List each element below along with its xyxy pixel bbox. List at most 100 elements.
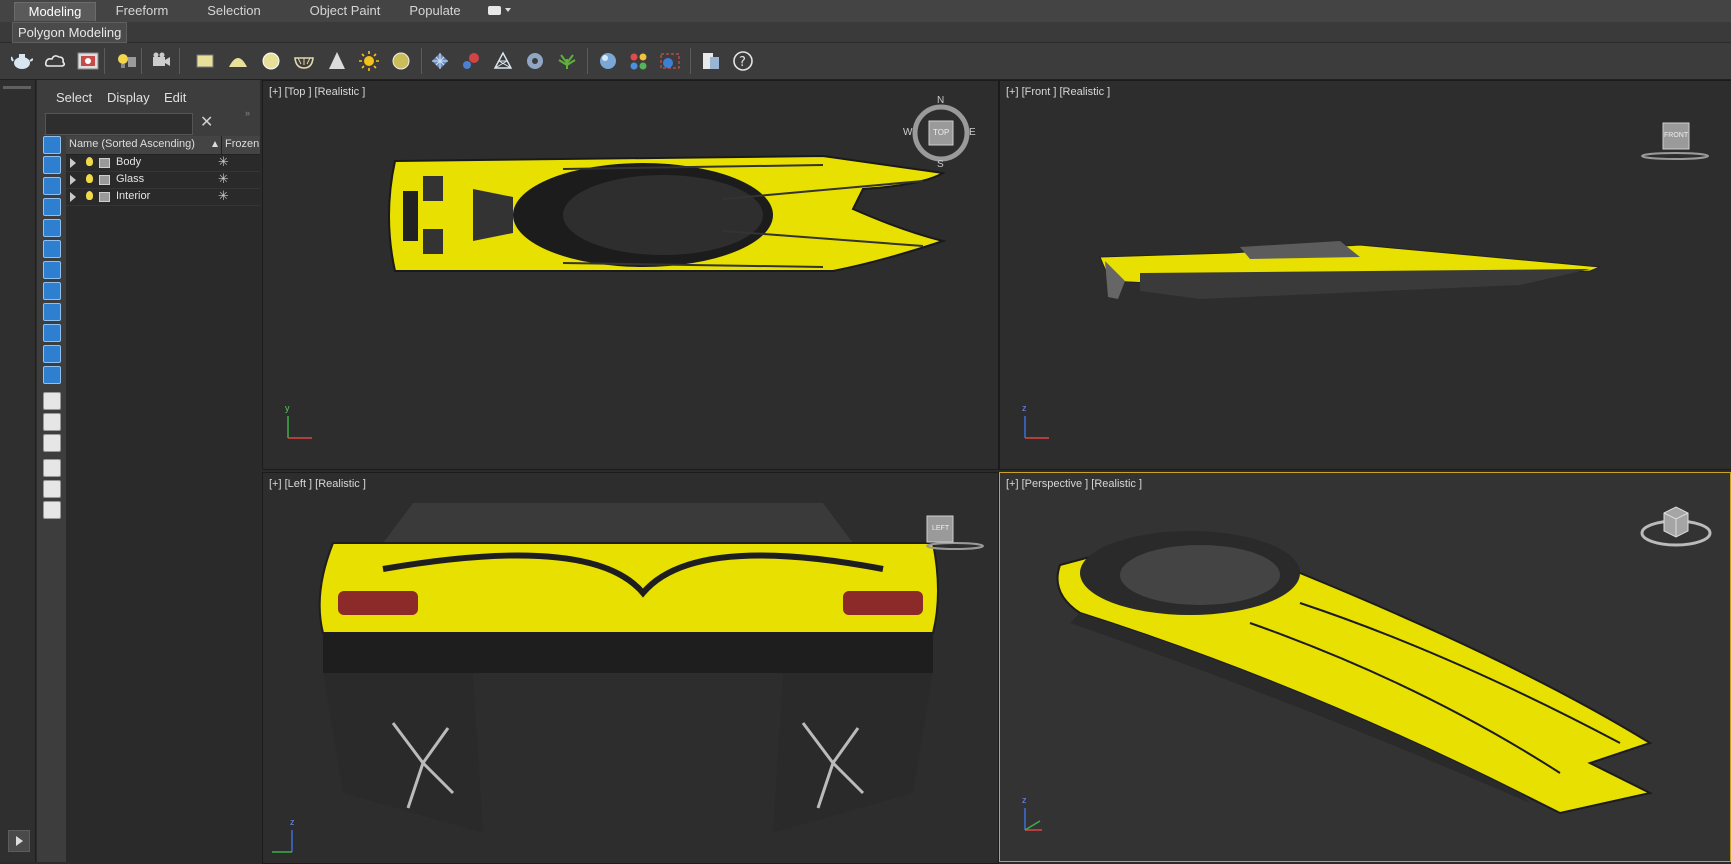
ribbon-panel: Polygon Modeling — [0, 22, 1731, 43]
camera-icon[interactable] — [149, 49, 173, 73]
plane-icon[interactable] — [193, 49, 217, 73]
cone-light-icon[interactable] — [325, 49, 349, 73]
compass-w[interactable]: W — [903, 127, 912, 138]
lightbulb-icon[interactable] — [86, 174, 93, 183]
axis-tripod: z — [1022, 403, 1052, 441]
collapse-icon[interactable]: » — [245, 108, 250, 118]
display-containers-icon[interactable] — [43, 324, 61, 342]
bowl-icon[interactable] — [292, 49, 316, 73]
close-icon[interactable]: ✕ — [200, 112, 213, 132]
filter-icon[interactable] — [43, 459, 61, 477]
layer-icon[interactable] — [699, 49, 723, 73]
display-frozen-icon[interactable] — [43, 345, 61, 363]
display-invert-icon[interactable] — [43, 434, 61, 452]
viewport-left[interactable]: [+] [Left ] [Realistic ] LEFT z — [262, 472, 999, 864]
list-item[interactable]: Interior ✳ — [66, 188, 260, 206]
boat-top-view[interactable] — [263, 81, 998, 469]
snowflake-icon[interactable]: ✳ — [218, 154, 229, 170]
palette-icon[interactable] — [627, 49, 651, 73]
boat-perspective-view[interactable] — [1000, 473, 1730, 861]
viewcube[interactable]: FRONT — [1640, 119, 1710, 163]
mesh-icon[interactable] — [491, 49, 515, 73]
disc-icon[interactable] — [389, 49, 413, 73]
layer-explorer-icon[interactable] — [43, 501, 61, 519]
compass-s[interactable]: S — [937, 159, 944, 170]
tab-modeling[interactable]: Modeling — [14, 2, 96, 21]
dome-icon[interactable] — [226, 49, 250, 73]
display-geometry-icon[interactable] — [43, 136, 61, 154]
particles-icon[interactable] — [459, 49, 483, 73]
boat-front-view[interactable] — [1000, 81, 1731, 469]
column-name-header[interactable]: Name (Sorted Ascending) — [69, 138, 195, 150]
display-helpers-icon[interactable] — [43, 219, 61, 237]
compass-e[interactable]: E — [969, 127, 976, 138]
axis-tripod: z — [269, 817, 299, 855]
boat-left-view[interactable] — [263, 473, 998, 863]
expand-arrow-icon[interactable] — [70, 192, 76, 202]
column-frozen-header[interactable]: Frozen — [225, 138, 259, 150]
display-bones-icon[interactable] — [43, 303, 61, 321]
ribbon-options-dropdown[interactable] — [488, 5, 514, 17]
play-icon — [16, 836, 23, 846]
strip-handle[interactable] — [3, 86, 31, 89]
tab-freeform[interactable]: Freeform — [100, 2, 184, 20]
light-list-icon[interactable] — [114, 49, 138, 73]
viewport-top[interactable]: [+] [Top ] [Realistic ] TOP N E S W y — [262, 80, 999, 470]
compass-n[interactable]: N — [937, 95, 944, 106]
help-icon[interactable]: ? — [731, 49, 755, 73]
expand-panel-button[interactable] — [8, 830, 30, 852]
viewcube[interactable]: TOP N E S W — [903, 95, 976, 170]
expand-arrow-icon[interactable] — [70, 158, 76, 168]
cloud-icon[interactable] — [43, 49, 67, 73]
gear-icon[interactable] — [523, 49, 547, 73]
display-groups-icon[interactable] — [43, 261, 61, 279]
display-all-icon[interactable] — [43, 392, 61, 410]
display-spacewarps-icon[interactable] — [43, 240, 61, 258]
snowflake-icon[interactable]: ✳ — [218, 171, 229, 187]
menu-edit[interactable]: Edit — [164, 90, 186, 105]
viewcube[interactable] — [1640, 503, 1712, 559]
material-sphere-icon[interactable] — [596, 49, 620, 73]
ribbon-tab-bar: Modeling Freeform Selection Object Paint… — [0, 0, 1731, 23]
lightbulb-icon[interactable] — [86, 191, 93, 200]
filter-options-icon[interactable] — [43, 480, 61, 498]
render-icon[interactable] — [658, 49, 682, 73]
display-cameras-icon[interactable] — [43, 198, 61, 216]
expand-arrow-icon[interactable] — [70, 175, 76, 185]
sort-ascending-icon — [212, 141, 218, 147]
cube-face-label: FRONT — [1664, 132, 1689, 139]
sphere-icon[interactable] — [259, 49, 283, 73]
ribbon-toggle-icon — [488, 6, 501, 15]
display-none-icon[interactable] — [43, 413, 61, 431]
display-hidden-icon[interactable] — [43, 366, 61, 384]
tab-populate[interactable]: Populate — [400, 2, 470, 20]
object-name: Body — [116, 156, 142, 168]
display-lights-icon[interactable] — [43, 177, 61, 195]
grid-icon[interactable] — [428, 49, 452, 73]
viewcube[interactable]: LEFT — [925, 513, 985, 553]
explorer-search-input[interactable] — [45, 113, 193, 135]
display-xrefs-icon[interactable] — [43, 282, 61, 300]
list-item[interactable]: Body ✳ — [66, 154, 260, 172]
plant-icon[interactable] — [555, 49, 579, 73]
tab-selection[interactable]: Selection — [190, 2, 278, 20]
render-frame-icon[interactable] — [76, 49, 100, 73]
polygon-modeling-button[interactable]: Polygon Modeling — [12, 22, 128, 43]
cube-face-label: LEFT — [932, 525, 950, 532]
snowflake-icon[interactable]: ✳ — [218, 188, 229, 204]
command-panel-strip — [0, 80, 36, 862]
list-item[interactable]: Glass ✳ — [66, 171, 260, 189]
svg-text:?: ? — [739, 55, 746, 70]
object-icon — [99, 192, 110, 202]
viewport-perspective[interactable]: [+] [Perspective ] [Realistic ] z — [999, 472, 1731, 862]
cube-face-label: TOP — [933, 128, 950, 137]
teapot-icon[interactable] — [10, 49, 34, 73]
sun-icon[interactable] — [357, 49, 381, 73]
lightbulb-icon[interactable] — [86, 157, 93, 166]
menu-select[interactable]: Select — [56, 90, 92, 105]
menu-display[interactable]: Display — [107, 90, 150, 105]
display-shapes-icon[interactable] — [43, 156, 61, 174]
tab-object-paint[interactable]: Object Paint — [290, 2, 400, 20]
viewport-front[interactable]: [+] [Front ] [Realistic ] FRONT z — [999, 80, 1731, 470]
object-name: Interior — [116, 190, 151, 202]
